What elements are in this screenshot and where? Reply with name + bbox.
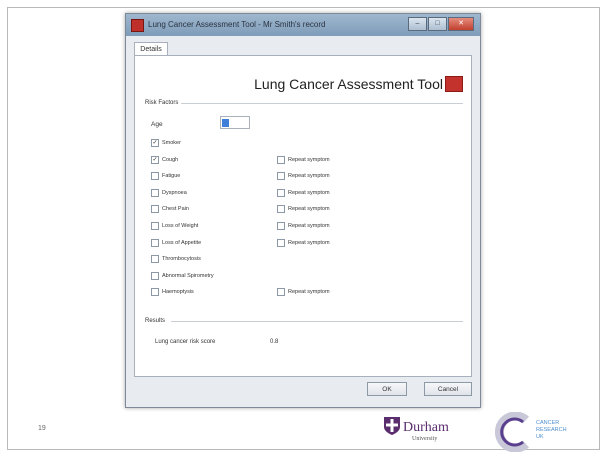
risk-score-label: Lung cancer risk score [155,339,216,345]
risk-factors-label: Risk Factors [145,100,179,106]
symptom-label: Smoker [162,140,181,146]
repeat-symptom-row[interactable]: Repeat symptom [277,204,330,214]
symptom-row[interactable]: Abnormal Spirometry [151,271,214,281]
symptom-checkbox[interactable] [151,255,159,264]
repeat-symptom-row[interactable]: Repeat symptom [277,221,330,231]
repeat-symptom-label: Repeat symptom [288,239,330,246]
symptom-row[interactable]: Fatigue [151,171,180,181]
durham-crest-icon [384,417,400,435]
symptom-label: Thrombocytosis [162,256,201,263]
ok-button[interactable]: OK [367,382,407,396]
repeat-symptom-label: Repeat symptom [288,289,330,296]
tool-title: Lung Cancer Assessment Tool [254,76,443,92]
slide: Lung Cancer Assessment Tool - Mr Smith's… [7,7,600,452]
risk-score-value: 0.8 [270,339,279,345]
app-icon [131,19,144,32]
repeat-symptom-checkbox[interactable] [277,222,285,230]
repeat-symptom-label: Repeat symptom [288,173,330,180]
symptom-checkbox[interactable]: ✓ [151,155,159,164]
tool-logo-icon [445,76,463,92]
symptom-row[interactable]: Loss of Appetite [151,238,201,248]
symptom-label: Dyspnoea [162,189,187,196]
cruk-logo-text: CANCER RESEARCH UK [536,420,576,441]
symptom-row[interactable]: Dyspnoea [151,188,187,198]
repeat-symptom-label: Repeat symptom [288,189,330,196]
repeat-symptom-checkbox[interactable] [277,288,285,297]
repeat-symptom-checkbox[interactable] [277,172,285,181]
cruk-logo-icon [494,412,529,452]
assessment-dialog: Lung Cancer Assessment Tool - Mr Smith's… [125,13,481,408]
repeat-symptom-row[interactable]: Repeat symptom [277,171,330,181]
age-label: Age [151,121,163,128]
cancel-button[interactable]: Cancel [424,382,472,396]
symptom-label: Chest Pain [162,206,189,213]
symptom-row[interactable]: Chest Pain [151,204,189,214]
symptom-checkbox[interactable] [151,172,159,181]
repeat-symptom-label: Repeat symptom [288,156,330,163]
age-slider-handle[interactable] [222,119,229,127]
symptom-row[interactable]: ✓ Smoker [151,138,181,148]
symptom-row[interactable]: ✓ Cough [151,155,178,165]
repeat-symptom-label: Repeat symptom [288,223,330,229]
minimize-button[interactable]: – [408,17,427,31]
slide-number: 19 [38,425,46,432]
results-label: Results [145,318,166,324]
cruk-line-1: CANCER [536,420,560,426]
maximize-button[interactable]: □ [428,17,447,31]
symptom-checkbox[interactable] [151,271,159,280]
durham-logo-name: Durham [403,420,449,435]
durham-logo-sub: University [412,436,438,442]
close-button[interactable]: ✕ [448,17,474,31]
window-title: Lung Cancer Assessment Tool - Mr Smith's… [148,20,326,29]
repeat-symptom-checkbox[interactable] [277,238,285,247]
symptom-checkbox[interactable] [151,222,159,230]
group-divider [181,103,463,104]
symptom-checkbox[interactable]: ✓ [151,139,159,147]
symptom-checkbox[interactable] [151,288,159,297]
cruk-line-2: RESEARCH [536,427,567,433]
symptom-label: Fatigue [162,173,181,180]
repeat-symptom-row[interactable]: Repeat symptom [277,238,330,248]
symptom-row[interactable]: Haemoptysis [151,287,194,297]
group-divider [171,321,463,322]
repeat-symptom-row[interactable]: Repeat symptom [277,188,330,198]
details-panel: Lung Cancer Assessment Tool Risk Factors… [134,55,472,377]
cruk-line-3: UK [536,434,544,440]
repeat-symptom-checkbox[interactable] [277,188,285,197]
symptom-checkbox[interactable] [151,238,159,247]
window-controls: – □ ✕ [407,17,474,31]
tab-details[interactable]: Details [134,42,168,56]
symptom-label: Abnormal Spirometry [162,272,214,279]
symptom-label: Haemoptysis [162,289,194,296]
symptom-row[interactable]: Thrombocytosis [151,254,201,264]
repeat-symptom-row[interactable]: Repeat symptom [277,287,330,297]
repeat-symptom-checkbox[interactable] [277,155,285,164]
symptom-row[interactable]: Loss of Weight [151,221,198,231]
repeat-symptom-checkbox[interactable] [277,205,285,214]
repeat-symptom-label: Repeat symptom [288,206,330,213]
symptom-label: Loss of Weight [162,223,199,229]
repeat-symptom-row[interactable]: Repeat symptom [277,155,330,165]
symptom-label: Cough [162,156,179,163]
title-bar[interactable]: Lung Cancer Assessment Tool - Mr Smith's… [126,14,480,36]
age-slider[interactable] [220,116,250,129]
symptom-label: Loss of Appetite [162,239,202,246]
symptom-checkbox[interactable] [151,188,159,197]
symptom-checkbox[interactable] [151,205,159,214]
